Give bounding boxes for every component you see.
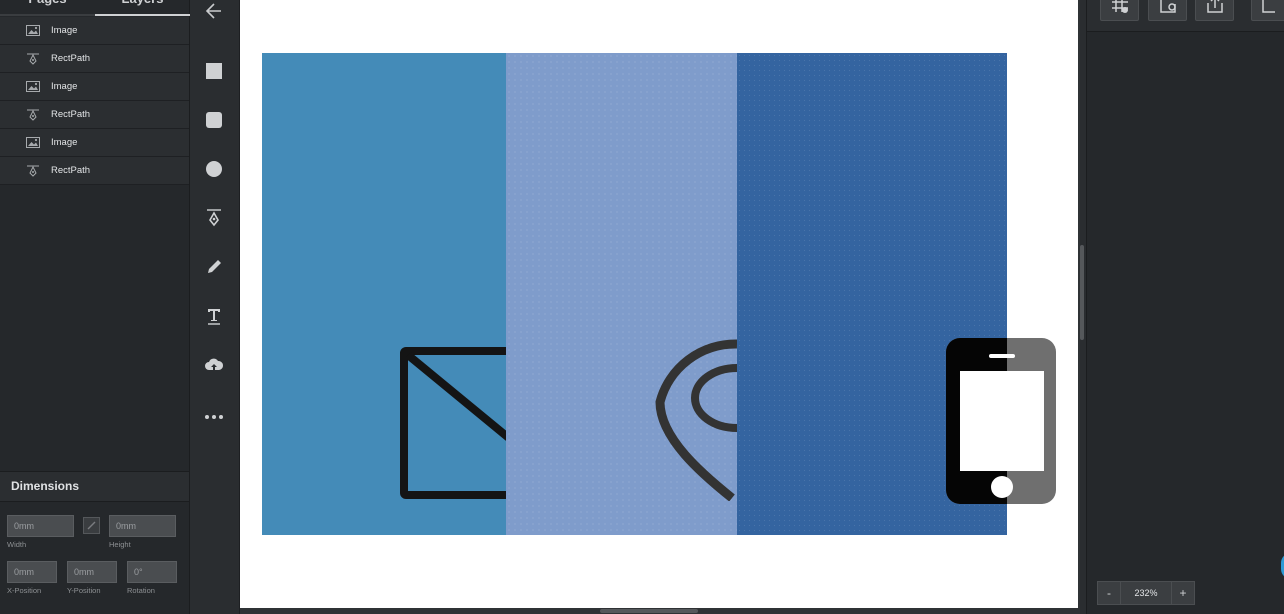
layer-label: RectPath bbox=[51, 165, 91, 176]
layer-item[interactable]: RectPath bbox=[0, 45, 189, 73]
layer-label: Image bbox=[51, 25, 78, 36]
layer-item[interactable]: Image bbox=[0, 73, 189, 101]
tab-pages[interactable]: Pages bbox=[0, 0, 95, 16]
tools-toolbar bbox=[190, 0, 240, 614]
layer-label: Image bbox=[51, 81, 78, 92]
image-icon bbox=[25, 80, 41, 94]
design-canvas[interactable] bbox=[240, 0, 1084, 614]
pencil-tool-icon bbox=[205, 258, 223, 281]
layer-label: RectPath bbox=[51, 109, 91, 120]
layer-item[interactable]: RectPath bbox=[0, 101, 189, 129]
image-icon bbox=[25, 136, 41, 150]
more-tools-button[interactable] bbox=[202, 404, 226, 428]
layer-label: RectPath bbox=[51, 53, 91, 64]
tab-layers[interactable]: Layers bbox=[95, 0, 190, 16]
upload-cloud-icon bbox=[204, 357, 224, 378]
pen-tool[interactable] bbox=[202, 208, 226, 232]
back-arrow-icon bbox=[204, 1, 224, 26]
layer-item[interactable]: Image bbox=[0, 17, 189, 45]
canvas-page[interactable] bbox=[240, 0, 1078, 608]
page-settings-icon bbox=[1158, 0, 1178, 19]
preview-button[interactable] bbox=[1251, 0, 1284, 21]
x-position-caption: X-Position bbox=[7, 586, 42, 595]
rectangle-tool[interactable] bbox=[202, 61, 226, 85]
preview-icon bbox=[1261, 0, 1277, 19]
pen-tool-icon bbox=[25, 108, 41, 122]
text-tool-icon bbox=[205, 307, 223, 330]
dimensions-section: Dimensions 0mm Width 0mm Height 0mm X-Po… bbox=[0, 471, 189, 614]
layer-label: Image bbox=[51, 137, 78, 148]
circle-tool[interactable] bbox=[202, 159, 226, 183]
more-icon bbox=[204, 407, 224, 425]
y-position-field[interactable]: 0mm bbox=[67, 561, 117, 583]
upload-tool[interactable] bbox=[202, 355, 226, 379]
width-field[interactable]: 0mm bbox=[7, 515, 74, 537]
mail-icon bbox=[400, 347, 506, 504]
zoom-level[interactable]: 232% bbox=[1120, 582, 1172, 604]
image-layer-2[interactable] bbox=[506, 53, 737, 535]
pen-tool-icon bbox=[25, 164, 41, 178]
export-icon bbox=[1205, 0, 1225, 19]
horizontal-scrollbar[interactable] bbox=[600, 609, 698, 613]
aspect-lock-button[interactable] bbox=[83, 517, 100, 534]
pencil-tool[interactable] bbox=[202, 257, 226, 281]
panel-tabs: Pages Layers bbox=[0, 0, 190, 16]
rectangle-tool-icon bbox=[205, 62, 223, 85]
height-caption: Height bbox=[109, 540, 131, 549]
y-position-caption: Y-Position bbox=[67, 586, 101, 595]
text-tool[interactable] bbox=[202, 306, 226, 330]
zoom-control: - 232% + bbox=[1097, 581, 1195, 605]
location-pin-icon bbox=[652, 336, 737, 506]
grid-icon bbox=[1110, 0, 1130, 19]
layer-list: Image RectPath Image RectPath Image Rect… bbox=[0, 17, 189, 185]
dimensions-title: Dimensions bbox=[0, 472, 189, 502]
rounded-rect-tool[interactable] bbox=[202, 110, 226, 134]
zoom-in-button[interactable]: + bbox=[1172, 582, 1194, 604]
x-position-field[interactable]: 0mm bbox=[7, 561, 57, 583]
image-icon bbox=[25, 24, 41, 38]
width-caption: Width bbox=[7, 540, 27, 549]
rounded-rect-tool-icon bbox=[205, 111, 223, 134]
link-icon bbox=[87, 517, 96, 535]
vertical-scrollbar[interactable] bbox=[1080, 245, 1084, 340]
zoom-out-button[interactable]: - bbox=[1098, 582, 1120, 604]
layers-panel: Pages Layers Image RectPath Image bbox=[0, 0, 190, 614]
app-window: Pages Layers Image RectPath Image bbox=[0, 0, 1284, 614]
grid-button[interactable] bbox=[1100, 0, 1139, 21]
layer-item[interactable]: Image bbox=[0, 129, 189, 157]
circle-tool-icon bbox=[205, 160, 223, 183]
page-settings-button[interactable] bbox=[1148, 0, 1187, 21]
export-button[interactable] bbox=[1195, 0, 1234, 21]
pen-tool-icon bbox=[205, 208, 223, 233]
pen-tool-icon bbox=[25, 52, 41, 66]
rotation-caption: Rotation bbox=[127, 586, 155, 595]
height-field[interactable]: 0mm bbox=[109, 515, 176, 537]
rotation-field[interactable]: 0° bbox=[127, 561, 177, 583]
layer-item[interactable]: RectPath bbox=[0, 157, 189, 185]
properties-panel: - 232% + bbox=[1086, 0, 1284, 614]
back-button[interactable] bbox=[202, 1, 226, 25]
image-layer-1[interactable] bbox=[262, 53, 506, 535]
smartphone-icon bbox=[946, 337, 1058, 510]
right-toolbar bbox=[1087, 0, 1284, 32]
